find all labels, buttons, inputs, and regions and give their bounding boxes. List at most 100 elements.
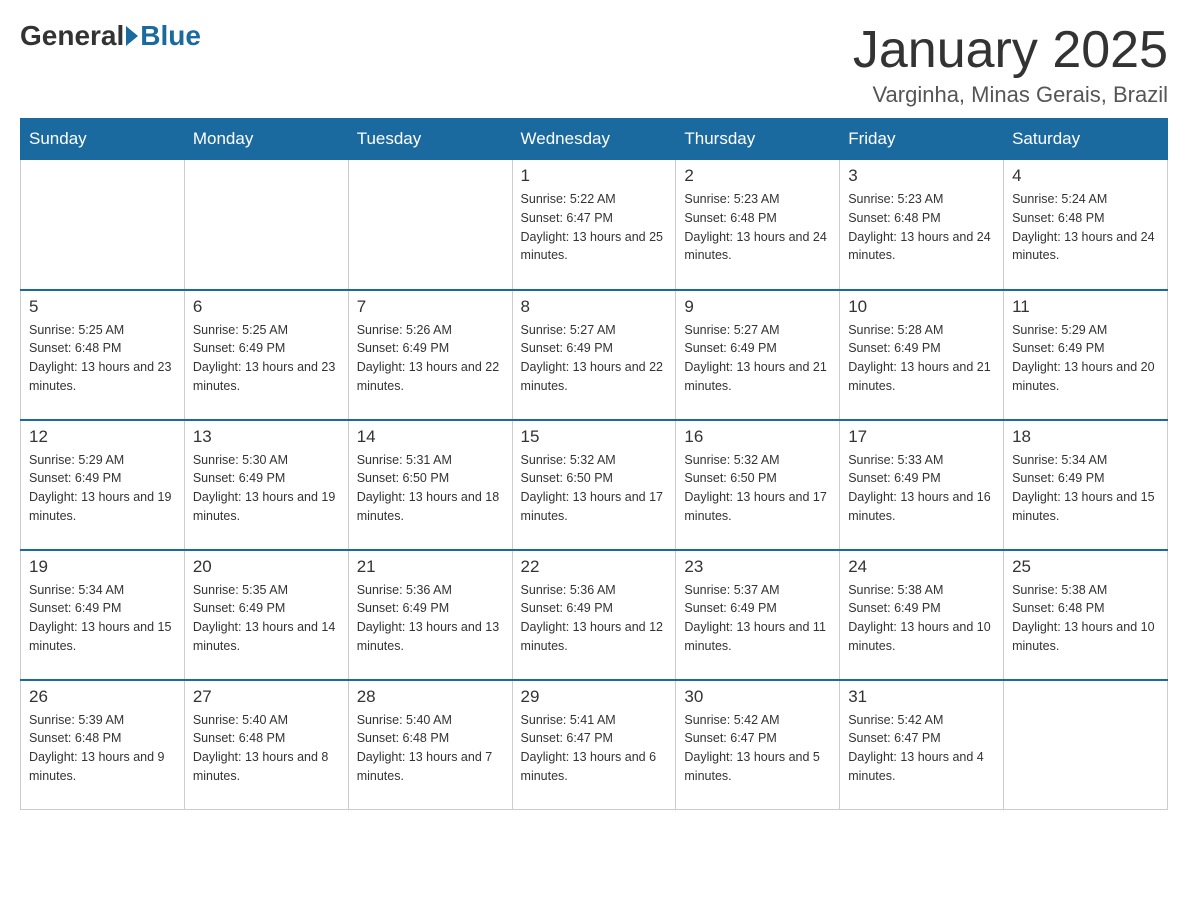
calendar-cell: 9Sunrise: 5:27 AMSunset: 6:49 PMDaylight… <box>676 290 840 420</box>
day-number: 4 <box>1012 166 1159 186</box>
day-number: 29 <box>521 687 668 707</box>
calendar-cell: 20 Sunrise: 5:35 AMSunset: 6:49 PMDayligh… <box>184 550 348 680</box>
day-number: 28 <box>357 687 504 707</box>
day-info: Sunrise: 5:38 AMSunset: 6:49 PMDaylight:… <box>848 581 995 656</box>
day-info: Sunrise: 5:29 AMSunset: 6:49 PMDaylight:… <box>1012 321 1159 396</box>
day-number: 8 <box>521 297 668 317</box>
calendar-week-row: 26 Sunrise: 5:39 AMSunset: 6:48 PMDayligh… <box>21 680 1168 810</box>
calendar-cell: 4 Sunrise: 5:24 AMSunset: 6:48 PMDaylight… <box>1004 160 1168 290</box>
month-title: January 2025 <box>853 20 1168 80</box>
calendar-week-row: 1 Sunrise: 5:22 AMSunset: 6:47 PMDaylight… <box>21 160 1168 290</box>
calendar-cell: 7 Sunrise: 5:26 AMSunset: 6:49 PMDaylight… <box>348 290 512 420</box>
calendar-cell: 19Sunrise: 5:34 AMSunset: 6:49 PMDayligh… <box>21 550 185 680</box>
location: Varginha, Minas Gerais, Brazil <box>853 82 1168 108</box>
calendar-cell: 23 Sunrise: 5:37 AMSunset: 6:49 PMDayligh… <box>676 550 840 680</box>
calendar-week-row: 19Sunrise: 5:34 AMSunset: 6:49 PMDayligh… <box>21 550 1168 680</box>
calendar-header-tuesday: Tuesday <box>348 119 512 160</box>
day-info: Sunrise: 5:27 AMSunset: 6:49 PMDaylight:… <box>684 321 831 396</box>
calendar-cell: 3Sunrise: 5:23 AMSunset: 6:48 PMDaylight… <box>840 160 1004 290</box>
calendar-cell: 2 Sunrise: 5:23 AMSunset: 6:48 PMDaylight… <box>676 160 840 290</box>
calendar-header-wednesday: Wednesday <box>512 119 676 160</box>
day-info: Sunrise: 5:36 AMSunset: 6:49 PMDaylight:… <box>521 581 668 656</box>
calendar-header-row: SundayMondayTuesdayWednesdayThursdayFrid… <box>21 119 1168 160</box>
logo-arrow-icon <box>126 26 138 46</box>
day-info: Sunrise: 5:22 AMSunset: 6:47 PMDaylight:… <box>521 190 668 265</box>
day-info: Sunrise: 5:24 AMSunset: 6:48 PMDaylight:… <box>1012 190 1159 265</box>
calendar-week-row: 12 Sunrise: 5:29 AMSunset: 6:49 PMDayligh… <box>21 420 1168 550</box>
day-number: 1 <box>521 166 668 186</box>
calendar-cell: 13 Sunrise: 5:30 AMSunset: 6:49 PMDayligh… <box>184 420 348 550</box>
day-info: Sunrise: 5:34 AMSunset: 6:49 PMDaylight:… <box>29 581 176 656</box>
day-number: 21 <box>357 557 504 577</box>
calendar-header-monday: Monday <box>184 119 348 160</box>
day-number: 3 <box>848 166 995 186</box>
logo: General Blue <box>20 20 201 52</box>
day-info: Sunrise: 5:34 AMSunset: 6:49 PMDaylight:… <box>1012 451 1159 526</box>
day-info: Sunrise: 5:35 AMSunset: 6:49 PMDaylight:… <box>193 581 340 656</box>
day-info: Sunrise: 5:41 AMSunset: 6:47 PMDaylight:… <box>521 711 668 786</box>
day-info: Sunrise: 5:23 AMSunset: 6:48 PMDaylight:… <box>684 190 831 265</box>
day-number: 7 <box>357 297 504 317</box>
day-info: Sunrise: 5:26 AMSunset: 6:49 PMDaylight:… <box>357 321 504 396</box>
day-number: 14 <box>357 427 504 447</box>
calendar-cell: 16 Sunrise: 5:32 AMSunset: 6:50 PMDayligh… <box>676 420 840 550</box>
calendar-cell: 6Sunrise: 5:25 AMSunset: 6:49 PMDaylight… <box>184 290 348 420</box>
day-info: Sunrise: 5:42 AMSunset: 6:47 PMDaylight:… <box>684 711 831 786</box>
day-info: Sunrise: 5:42 AMSunset: 6:47 PMDaylight:… <box>848 711 995 786</box>
calendar-cell: 25Sunrise: 5:38 AMSunset: 6:48 PMDayligh… <box>1004 550 1168 680</box>
day-info: Sunrise: 5:29 AMSunset: 6:49 PMDaylight:… <box>29 451 176 526</box>
day-number: 23 <box>684 557 831 577</box>
day-number: 26 <box>29 687 176 707</box>
calendar-week-row: 5Sunrise: 5:25 AMSunset: 6:48 PMDaylight… <box>21 290 1168 420</box>
day-number: 31 <box>848 687 995 707</box>
day-number: 6 <box>193 297 340 317</box>
calendar-cell: 22 Sunrise: 5:36 AMSunset: 6:49 PMDayligh… <box>512 550 676 680</box>
day-info: Sunrise: 5:40 AMSunset: 6:48 PMDaylight:… <box>357 711 504 786</box>
calendar-cell: 26 Sunrise: 5:39 AMSunset: 6:48 PMDayligh… <box>21 680 185 810</box>
calendar-cell: 29 Sunrise: 5:41 AMSunset: 6:47 PMDayligh… <box>512 680 676 810</box>
day-info: Sunrise: 5:32 AMSunset: 6:50 PMDaylight:… <box>684 451 831 526</box>
day-info: Sunrise: 5:37 AMSunset: 6:49 PMDaylight:… <box>684 581 831 656</box>
day-info: Sunrise: 5:30 AMSunset: 6:49 PMDaylight:… <box>193 451 340 526</box>
day-info: Sunrise: 5:31 AMSunset: 6:50 PMDaylight:… <box>357 451 504 526</box>
calendar-cell: 12 Sunrise: 5:29 AMSunset: 6:49 PMDayligh… <box>21 420 185 550</box>
calendar-cell <box>184 160 348 290</box>
calendar-header-saturday: Saturday <box>1004 119 1168 160</box>
day-info: Sunrise: 5:27 AMSunset: 6:49 PMDaylight:… <box>521 321 668 396</box>
day-number: 20 <box>193 557 340 577</box>
title-section: January 2025 Varginha, Minas Gerais, Bra… <box>853 20 1168 108</box>
day-number: 27 <box>193 687 340 707</box>
day-info: Sunrise: 5:32 AMSunset: 6:50 PMDaylight:… <box>521 451 668 526</box>
calendar-cell: 27Sunrise: 5:40 AMSunset: 6:48 PMDayligh… <box>184 680 348 810</box>
calendar-cell: 30 Sunrise: 5:42 AMSunset: 6:47 PMDayligh… <box>676 680 840 810</box>
calendar-cell: 28 Sunrise: 5:40 AMSunset: 6:48 PMDayligh… <box>348 680 512 810</box>
calendar-header-sunday: Sunday <box>21 119 185 160</box>
day-number: 16 <box>684 427 831 447</box>
day-number: 12 <box>29 427 176 447</box>
day-info: Sunrise: 5:39 AMSunset: 6:48 PMDaylight:… <box>29 711 176 786</box>
calendar-cell: 15 Sunrise: 5:32 AMSunset: 6:50 PMDayligh… <box>512 420 676 550</box>
calendar-table: SundayMondayTuesdayWednesdayThursdayFrid… <box>20 118 1168 810</box>
calendar-cell <box>1004 680 1168 810</box>
calendar-cell: 21 Sunrise: 5:36 AMSunset: 6:49 PMDayligh… <box>348 550 512 680</box>
logo-general-text: General <box>20 20 124 52</box>
day-number: 13 <box>193 427 340 447</box>
day-info: Sunrise: 5:36 AMSunset: 6:49 PMDaylight:… <box>357 581 504 656</box>
calendar-cell: 31 Sunrise: 5:42 AMSunset: 6:47 PMDayligh… <box>840 680 1004 810</box>
day-number: 22 <box>521 557 668 577</box>
calendar-cell: 14 Sunrise: 5:31 AMSunset: 6:50 PMDayligh… <box>348 420 512 550</box>
day-number: 15 <box>521 427 668 447</box>
calendar-header-friday: Friday <box>840 119 1004 160</box>
day-number: 2 <box>684 166 831 186</box>
calendar-cell: 5Sunrise: 5:25 AMSunset: 6:48 PMDaylight… <box>21 290 185 420</box>
day-info: Sunrise: 5:25 AMSunset: 6:48 PMDaylight:… <box>29 321 176 396</box>
calendar-cell: 8 Sunrise: 5:27 AMSunset: 6:49 PMDaylight… <box>512 290 676 420</box>
day-info: Sunrise: 5:38 AMSunset: 6:48 PMDaylight:… <box>1012 581 1159 656</box>
day-number: 30 <box>684 687 831 707</box>
calendar-header-thursday: Thursday <box>676 119 840 160</box>
day-info: Sunrise: 5:33 AMSunset: 6:49 PMDaylight:… <box>848 451 995 526</box>
calendar-cell: 18Sunrise: 5:34 AMSunset: 6:49 PMDayligh… <box>1004 420 1168 550</box>
page-header: General Blue January 2025 Varginha, Mina… <box>20 20 1168 108</box>
calendar-cell <box>348 160 512 290</box>
logo-blue-text: Blue <box>140 20 201 52</box>
